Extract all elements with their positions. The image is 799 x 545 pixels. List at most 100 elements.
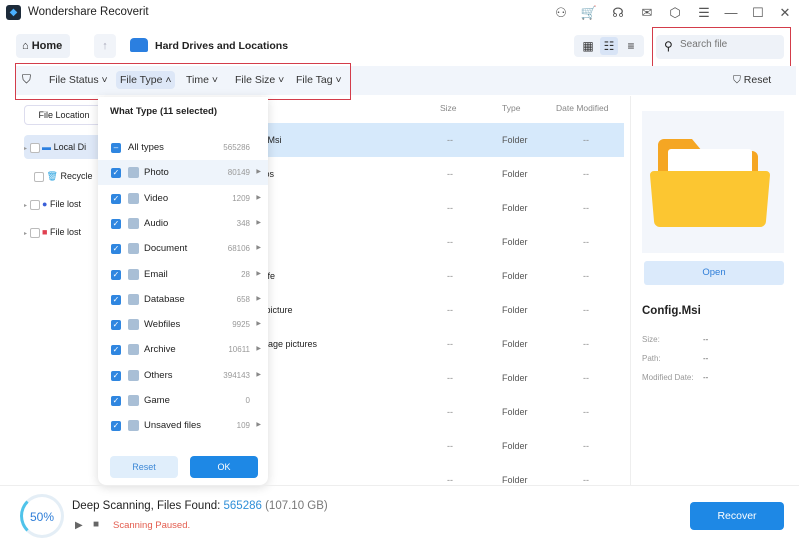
row-date: -- xyxy=(583,203,589,213)
menu-reset-button[interactable]: Reset xyxy=(110,456,178,478)
type-option-archive[interactable]: ✓ Archive 10611 ▶ xyxy=(98,337,268,362)
type-option-game[interactable]: ✓ Game 0 xyxy=(98,388,268,413)
checkbox[interactable]: ✓ xyxy=(111,345,121,356)
table-row[interactable]: epage pictures -- Folder -- xyxy=(250,327,624,361)
submenu-arrow-icon[interactable]: ▶ xyxy=(256,244,261,251)
row-size: -- xyxy=(447,271,453,281)
type-option-unsaved-files[interactable]: ✓ Unsaved files 109 ▶ xyxy=(98,413,268,438)
home-icon: ⌂ xyxy=(22,40,32,52)
type-option-document[interactable]: ✓ Document 68106 ▶ xyxy=(98,236,268,261)
checkbox[interactable]: ✓ xyxy=(111,168,121,179)
close-icon[interactable]: ✕ xyxy=(776,4,794,22)
play-icon[interactable]: ▶ xyxy=(75,520,83,531)
maximize-icon[interactable]: ☐ xyxy=(749,4,767,22)
table-row[interactable]: -- Folder -- xyxy=(250,225,624,259)
table-row[interactable]: wos -- Folder -- xyxy=(250,157,624,191)
type-option-video[interactable]: ✓ Video 1209 ▶ xyxy=(98,186,268,211)
view-switcher: ▦ ☷ ≡ xyxy=(574,35,644,57)
submenu-arrow-icon[interactable]: ▶ xyxy=(256,421,261,428)
status-bar xyxy=(0,485,799,545)
table-row[interactable]: safe -- Folder -- xyxy=(250,259,624,293)
submenu-arrow-icon[interactable]: ▶ xyxy=(256,194,261,201)
list-view-icon[interactable]: ≡ xyxy=(622,37,640,55)
path-value: -- xyxy=(703,354,709,363)
row-type: Folder xyxy=(502,237,528,247)
table-row[interactable]: -- Folder -- xyxy=(250,429,624,463)
sidebar-item-file-lost-2[interactable]: ▸ ■ File lost xyxy=(24,220,104,244)
search-input[interactable] xyxy=(680,39,780,50)
checkbox[interactable]: ✓ xyxy=(111,244,121,255)
row-size: -- xyxy=(447,441,453,451)
table-row[interactable]: e picture -- Folder -- xyxy=(250,293,624,327)
checkbox[interactable]: ✓ xyxy=(111,370,121,381)
up-button[interactable]: ↑ xyxy=(94,34,116,58)
minimize-icon[interactable]: — xyxy=(722,4,740,22)
grid-view-icon[interactable]: ▦ xyxy=(579,37,597,55)
row-type: Folder xyxy=(502,339,528,349)
filter-reset-button[interactable]: ⛉ Reset xyxy=(733,74,771,87)
menu-icon[interactable]: ☰ xyxy=(695,4,713,22)
type-option-others[interactable]: ✓ Others 394143 ▶ xyxy=(98,363,268,388)
sidebar-item-recycle[interactable]: 🗑 Recycle xyxy=(24,164,104,188)
sidebar-item-local-disk[interactable]: ▸ ▬ Local Di xyxy=(24,135,104,159)
feedback-icon[interactable]: ⬡ xyxy=(666,4,684,22)
row-date: -- xyxy=(583,135,589,145)
type-option-database[interactable]: ✓ Database 658 ▶ xyxy=(98,287,268,312)
app-title: Wondershare Recoverit xyxy=(28,6,149,18)
checkbox[interactable]: ✓ xyxy=(111,320,121,331)
account-icon[interactable]: ⚇ xyxy=(552,4,570,22)
option-count: 1209 xyxy=(232,193,250,203)
table-row[interactable]: ig.Msi -- Folder -- xyxy=(250,123,624,157)
type-option-audio[interactable]: ✓ Audio 348 ▶ xyxy=(98,211,268,236)
col-date[interactable]: Date Modified xyxy=(556,103,608,113)
photo-icon xyxy=(128,167,139,179)
database-icon xyxy=(128,293,139,305)
modified-value: -- xyxy=(703,373,709,382)
stop-icon[interactable]: ■ xyxy=(93,519,99,530)
row-size: -- xyxy=(447,169,453,179)
checkbox[interactable]: ✓ xyxy=(111,193,121,204)
checkbox[interactable]: ✓ xyxy=(111,269,121,280)
type-option-webfiles[interactable]: ✓ Webfiles 9925 ▶ xyxy=(98,312,268,337)
checkbox[interactable]: ✓ xyxy=(111,396,121,406)
checkbox[interactable]: ✓ xyxy=(111,421,121,432)
submenu-arrow-icon[interactable]: ▶ xyxy=(256,295,261,302)
type-option-photo[interactable]: ✓ Photo 80149 ▶ xyxy=(98,160,268,186)
submenu-arrow-icon[interactable]: ▶ xyxy=(256,270,261,277)
support-icon[interactable]: ☊ xyxy=(609,4,627,22)
submenu-arrow-icon[interactable]: ▶ xyxy=(256,168,261,175)
col-type[interactable]: Type xyxy=(502,103,520,113)
detail-view-icon[interactable]: ☷ xyxy=(600,37,618,55)
type-option-email[interactable]: ✓ Email 28 ▶ xyxy=(98,262,268,287)
submenu-arrow-icon[interactable]: ▶ xyxy=(256,345,261,352)
submenu-arrow-icon[interactable]: ▶ xyxy=(256,371,261,378)
submenu-arrow-icon[interactable]: ▶ xyxy=(256,320,261,327)
open-button[interactable]: Open xyxy=(644,261,784,285)
table-row[interactable]: -- Folder -- xyxy=(250,191,624,225)
row-type: Folder xyxy=(502,135,528,145)
archive-icon xyxy=(128,344,139,356)
table-row[interactable]: k -- Folder -- xyxy=(250,395,624,429)
col-size[interactable]: Size xyxy=(440,103,457,113)
checkbox[interactable]: – xyxy=(111,143,121,153)
file-location-tab[interactable]: File Location xyxy=(24,105,104,125)
mail-icon[interactable]: ✉ xyxy=(638,4,656,22)
checkbox[interactable]: ✓ xyxy=(111,294,121,305)
cart-icon[interactable]: 🛒 xyxy=(580,4,598,22)
row-type: Folder xyxy=(502,203,528,213)
table-row[interactable]: es -- Folder -- xyxy=(250,361,624,395)
option-count: 0 xyxy=(245,396,250,405)
recover-button[interactable]: Recover xyxy=(690,502,784,530)
preview-area xyxy=(642,111,784,253)
type-option-all-types[interactable]: – All types 565286 xyxy=(98,135,268,160)
row-date: -- xyxy=(583,475,589,485)
option-count: 10611 xyxy=(228,345,250,355)
menu-ok-button[interactable]: OK xyxy=(190,456,258,478)
home-button[interactable]: ⌂ Home xyxy=(16,34,70,58)
sidebar-item-file-lost-1[interactable]: ▸ ● File lost xyxy=(24,192,104,216)
row-size: -- xyxy=(447,237,453,247)
checkbox[interactable]: ✓ xyxy=(111,218,121,229)
email-icon xyxy=(128,268,139,280)
row-size: -- xyxy=(447,203,453,213)
submenu-arrow-icon[interactable]: ▶ xyxy=(256,219,261,226)
